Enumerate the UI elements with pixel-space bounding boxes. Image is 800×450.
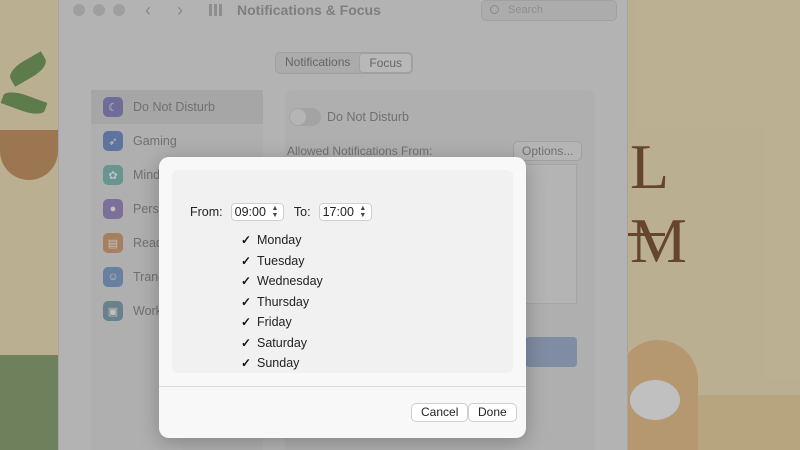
day-row-sunday[interactable]: ✓ Sunday <box>240 353 323 374</box>
to-label: To: <box>293 205 311 219</box>
to-time-field[interactable]: 17:00 ▲ ▼ <box>318 203 372 221</box>
stepper-up-icon[interactable]: ▲ <box>359 205 366 212</box>
day-label: Wednesday <box>257 274 323 289</box>
checkmark-icon[interactable]: ✓ <box>240 234 252 246</box>
to-time-value[interactable]: 17:00 <box>323 205 354 219</box>
cancel-button[interactable]: Cancel <box>411 403 469 422</box>
time-range-row: From: 09:00 ▲ ▼ To: 17:00 ▲ ▼ <box>190 203 382 221</box>
checkmark-icon[interactable]: ✓ <box>240 316 252 328</box>
day-label: Saturday <box>257 335 308 350</box>
checkmark-icon[interactable]: ✓ <box>240 296 252 308</box>
from-label: From: <box>190 205 223 219</box>
day-label: Friday <box>257 315 292 330</box>
from-time-value[interactable]: 09:00 <box>235 205 266 219</box>
checkmark-icon[interactable]: ✓ <box>240 357 252 369</box>
stepper-down-icon[interactable]: ▼ <box>271 212 278 219</box>
schedule-panel: From: 09:00 ▲ ▼ To: 17:00 ▲ ▼ ✓ Monday ✓… <box>172 170 513 373</box>
done-button[interactable]: Done <box>468 403 517 422</box>
day-row-monday[interactable]: ✓ Monday <box>240 230 323 251</box>
day-row-friday[interactable]: ✓ Friday <box>240 312 323 333</box>
from-time-field[interactable]: 09:00 ▲ ▼ <box>230 203 284 221</box>
checkmark-icon[interactable]: ✓ <box>240 275 252 287</box>
from-time-stepper[interactable]: ▲ ▼ <box>270 205 280 219</box>
checkmark-icon[interactable]: ✓ <box>240 255 252 267</box>
sheet-divider <box>159 386 526 387</box>
day-label: Sunday <box>257 356 300 371</box>
day-row-tuesday[interactable]: ✓ Tuesday <box>240 251 323 272</box>
day-row-wednesday[interactable]: ✓ Wednesday <box>240 271 323 292</box>
checkmark-icon[interactable]: ✓ <box>240 337 252 349</box>
day-checkbox-list: ✓ Monday ✓ Tuesday ✓ Wednesday ✓ Thursda… <box>240 230 323 374</box>
day-label: Thursday <box>257 294 310 309</box>
day-label: Tuesday <box>257 253 305 268</box>
day-label: Monday <box>257 233 302 248</box>
stepper-up-icon[interactable]: ▲ <box>271 205 278 212</box>
day-row-saturday[interactable]: ✓ Saturday <box>240 333 323 354</box>
stepper-down-icon[interactable]: ▼ <box>359 212 366 219</box>
schedule-sheet-dialog: From: 09:00 ▲ ▼ To: 17:00 ▲ ▼ ✓ Monday ✓… <box>159 157 526 438</box>
to-time-stepper[interactable]: ▲ ▼ <box>358 205 368 219</box>
day-row-thursday[interactable]: ✓ Thursday <box>240 292 323 313</box>
